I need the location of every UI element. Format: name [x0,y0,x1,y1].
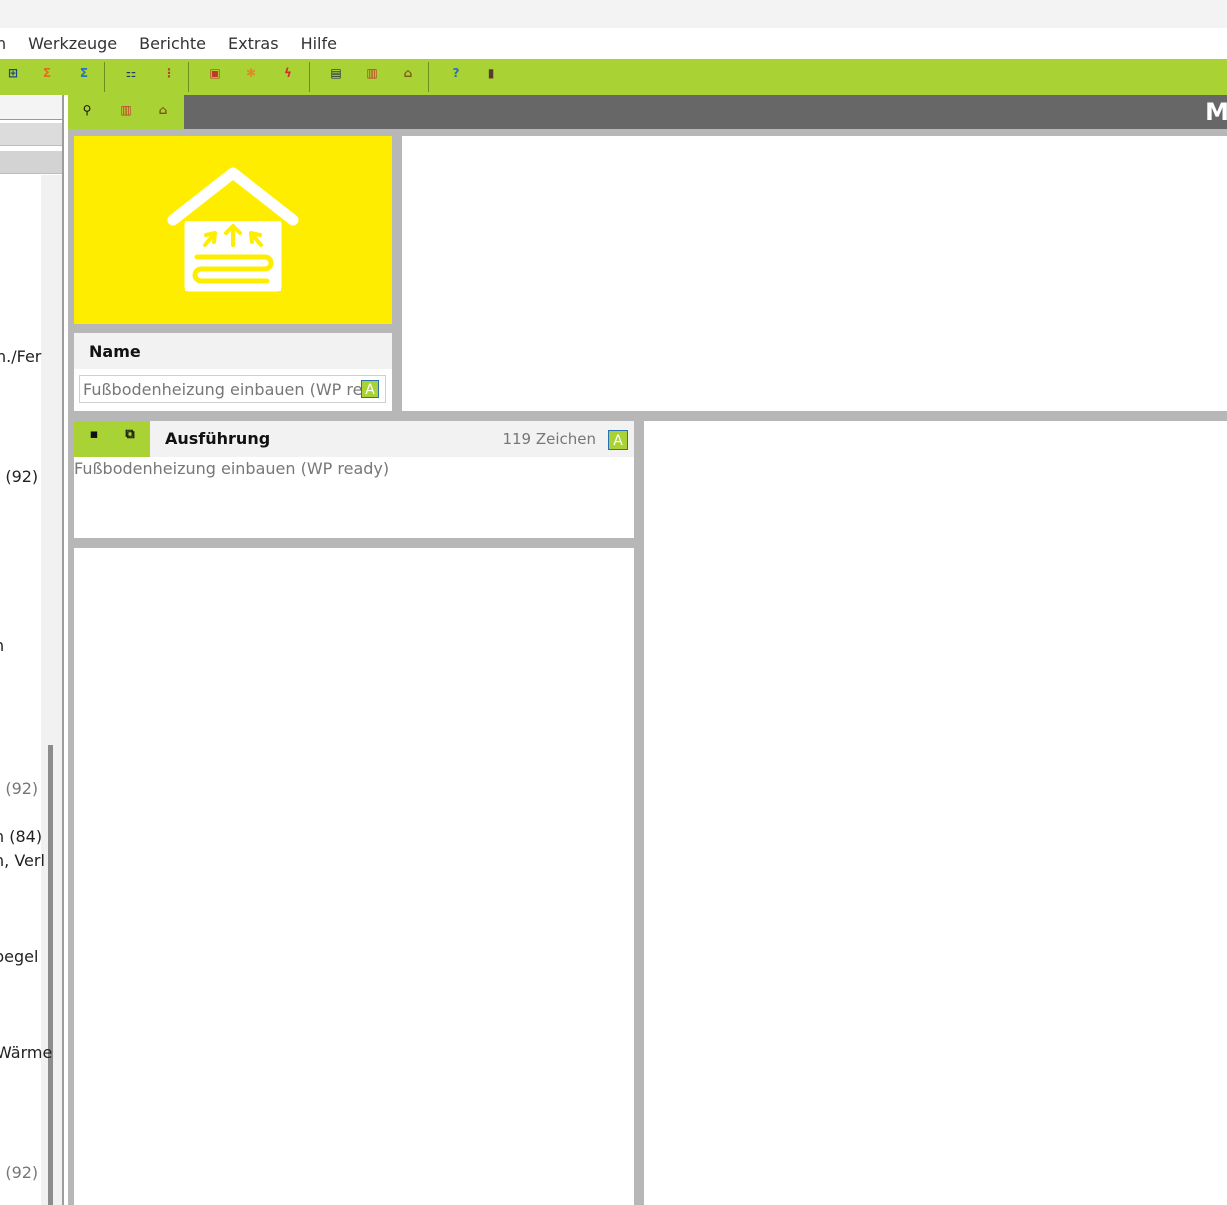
execution-title: Ausführung [165,429,271,448]
panel-filter-bar[interactable] [0,122,62,146]
tree-item[interactable]: ) (92) [0,779,38,798]
report-icon[interactable]: ▤ [329,66,343,80]
panel-splitter[interactable] [62,95,64,1205]
execution-section: ▪ ⧉ Ausführung 119 Zeichen A Fußbodenhei… [74,421,634,538]
house-outline-icon[interactable]: ⌂ [401,66,415,80]
detail-header-title: M [1205,98,1227,126]
sum-orange-icon[interactable]: Σ [40,66,54,80]
name-input-value: Fußbodenheizung einbauen (WP ready) [83,380,363,399]
detail-header: M [184,95,1227,129]
panel-header-bar[interactable] [0,95,62,120]
menu-item-hilfe[interactable]: Hilfe [301,34,337,53]
execution-text[interactable]: Fußbodenheizung einbauen (WP ready) [74,459,389,478]
underfloor-heating-house-icon [167,167,299,292]
detail-area: ⚲ ▥ ⌂ M Name Fußbodenheizung einbauen (W… [68,95,1227,1205]
house-outline-icon[interactable]: ⌂ [156,103,170,117]
hierarchy-icon[interactable]: ⚏ [124,66,138,80]
menu-item-werkzeuge[interactable]: Werkzeuge [28,34,117,53]
name-label: Name [89,342,141,361]
name-header: Name [74,333,392,369]
tree-item[interactable]: ) (92) [0,1163,38,1182]
navigation-tree-panel: n./Fer ) (92) n ) (92) n (84) n, Verl be… [0,95,64,1205]
main-toolbar: ⊞ Σ Σ ⚏ ⋮ ▣ ✱ ϟ ▤ ▥ ⌂ ? ▮ [0,59,1227,95]
name-input[interactable]: Fußbodenheizung einbauen (WP ready) A [79,375,386,403]
copy-icon[interactable]: ⧉ [122,427,138,443]
toolbar-separator [428,62,429,92]
menu-item-truncated[interactable]: n [0,34,6,53]
character-count: 119 Zeichen [502,430,596,448]
pdf-icon[interactable]: ▥ [365,66,379,80]
tree-item[interactable]: n./Fer [0,347,41,366]
properties-panel [402,136,1227,411]
sum-blue-icon[interactable]: Σ [77,66,91,80]
document-red-icon[interactable]: ▣ [208,66,222,80]
detail-side-panel [644,421,1227,1205]
detail-toolbar: ⚲ ▥ ⌂ [68,95,184,129]
list-tree-icon[interactable]: ⋮ [162,66,176,80]
menu-item-berichte[interactable]: Berichte [139,34,206,53]
save-icon[interactable]: ▪ [86,427,102,443]
tree-item[interactable]: Wärme [0,1043,52,1062]
tree-item[interactable]: begel [0,947,38,966]
category-image [74,136,392,324]
translate-badge-icon[interactable]: A [608,430,628,450]
menu-item-extras[interactable]: Extras [228,34,279,53]
toolbar-separator [188,62,189,92]
execution-header: ▪ ⧉ Ausführung 119 Zeichen A [74,421,634,457]
toolbar-separator [104,62,105,92]
tree-structure-icon[interactable]: ⊞ [4,66,22,80]
lightning-icon[interactable]: ϟ [281,66,295,80]
zoom-add-icon[interactable]: ⚲ [80,103,94,117]
tree-item[interactable]: n [0,636,4,655]
name-section: Name Fußbodenheizung einbauen (WP ready)… [74,333,392,411]
exit-icon[interactable]: ▮ [484,66,498,80]
help-icon[interactable]: ? [449,66,463,80]
execution-actions: ▪ ⧉ [74,421,150,457]
sun-icon[interactable]: ✱ [244,66,258,80]
detail-content-panel [74,548,634,1205]
panel-column-bar[interactable] [0,150,62,174]
title-bar [0,0,1227,28]
pdf-export-icon[interactable]: ▥ [119,103,133,117]
translate-badge-icon[interactable]: A [361,380,379,398]
tree-item[interactable]: n (84) [0,827,42,846]
tree-scrollbar-thumb[interactable] [48,745,53,1205]
toolbar-separator [309,62,310,92]
tree-item[interactable]: n, Verl [0,851,45,870]
tree-item[interactable]: ) (92) [0,467,38,486]
menu-bar: n Werkzeuge Berichte Extras Hilfe [0,28,1227,59]
